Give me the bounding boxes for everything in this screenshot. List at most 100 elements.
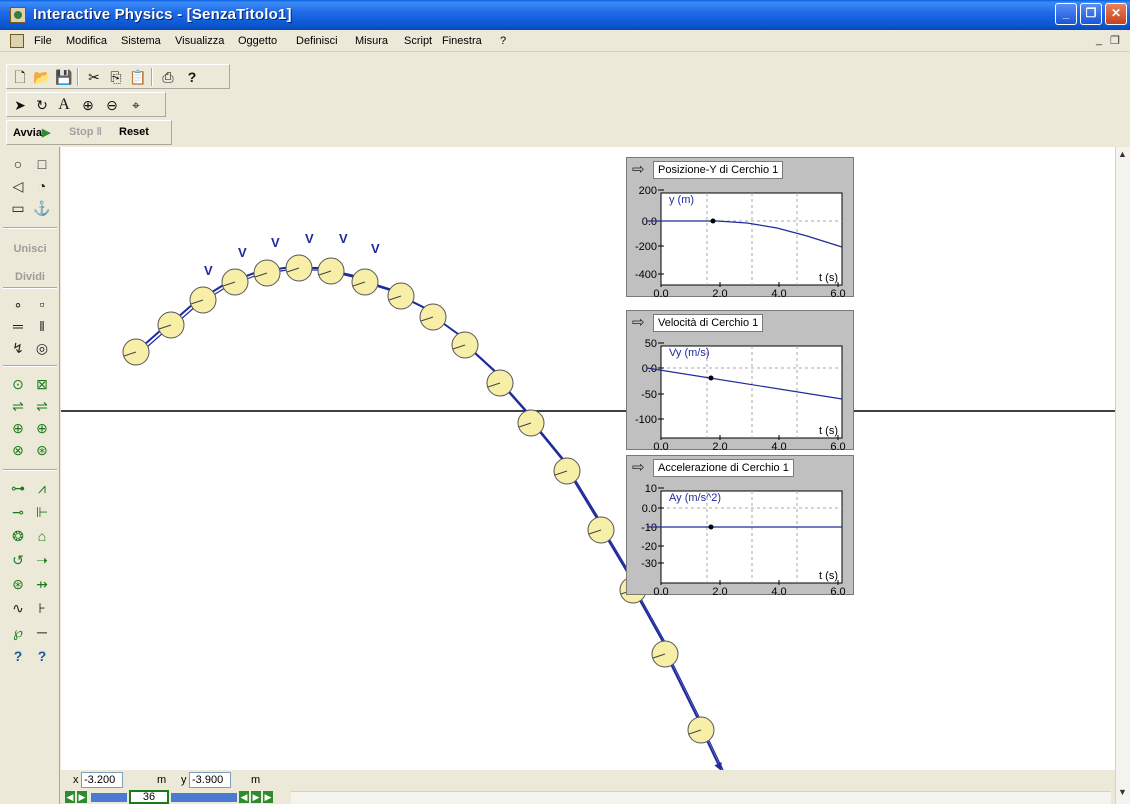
copy-icon[interactable]: ⎘ <box>107 68 125 86</box>
force-icon[interactable]: ➝ <box>32 551 52 569</box>
menu-file[interactable]: File <box>34 35 52 47</box>
open-icon[interactable]: 📂 <box>33 68 51 86</box>
current-point <box>710 218 716 224</box>
square-point-tool-icon[interactable]: ▫ <box>32 295 52 313</box>
rotational-spring-icon[interactable]: ℘ <box>8 623 28 641</box>
meter-acceleration[interactable]: ⇨ Accelerazione di Cerchio 1 10 0.0 -10 -20… <box>626 455 854 596</box>
polygon-tool-icon[interactable]: ◁ <box>8 177 28 195</box>
step-forward-icon[interactable]: ▶ <box>77 791 87 803</box>
gear-icon[interactable]: ❂ <box>8 527 28 545</box>
print-icon[interactable]: ⎙ <box>159 68 177 86</box>
fast-forward-icon[interactable]: ▶ <box>251 791 261 803</box>
scroll-down-icon[interactable]: ▼ <box>1118 787 1127 797</box>
rigid-joint-icon[interactable]: ⊠ <box>32 375 52 393</box>
split-button[interactable]: Dividi <box>4 271 56 283</box>
torque-icon[interactable]: ↺ <box>8 551 28 569</box>
step-back-icon[interactable]: ◀ <box>65 791 75 803</box>
paste-icon[interactable]: 📋 <box>129 68 147 86</box>
zoom-in-icon[interactable]: ⊕ <box>79 96 97 114</box>
point-tool-icon[interactable]: ∘ <box>8 295 28 313</box>
tape-player-bar: ◀ ▶ 36 ◀ ▶ ▶ <box>61 790 1115 804</box>
x-tick-label: 0.0 <box>653 288 668 298</box>
cut-icon[interactable]: ✂ <box>85 68 103 86</box>
rod-line-icon[interactable]: ─ <box>32 623 52 641</box>
mdi-minimize-button[interactable]: _ <box>1096 34 1102 46</box>
menu-definisci[interactable]: Definisci <box>296 35 338 47</box>
closed-slot-tool-icon[interactable]: ◎ <box>32 339 52 357</box>
horizontal-scrollbar[interactable] <box>291 791 1111 804</box>
menu-sistema[interactable]: Sistema <box>121 35 161 47</box>
help-icon[interactable]: ? <box>183 68 201 86</box>
pin-joint-icon[interactable]: ⊙ <box>8 375 28 393</box>
series-label: Vy (m/s) <box>669 347 710 359</box>
maximize-button[interactable]: ❐ <box>1080 3 1102 25</box>
run-button[interactable]: Avvia▶ <box>13 126 50 139</box>
curved-slot-joint-icon[interactable]: ⊗ <box>8 441 28 459</box>
arrow-tool-icon[interactable]: ➤ <box>11 96 29 114</box>
square-tool-icon[interactable]: ▭ <box>8 199 28 217</box>
damper-line-icon[interactable]: ⊩ <box>32 503 52 521</box>
curved-slot-tool-icon[interactable]: ↯ <box>8 339 28 357</box>
rewind-icon[interactable]: ◀ <box>239 791 249 803</box>
circle-tool-icon[interactable]: ○ <box>8 155 28 173</box>
y-coord-label: y <box>181 774 187 786</box>
y-coord-field[interactable]: -3.900 <box>189 772 231 788</box>
menu-visualizza[interactable]: Visualizza <box>175 35 224 47</box>
meter-position-y[interactable]: ⇨ Posizione-Y di Cerchio 1 200 0.0 -200 -40… <box>626 157 854 298</box>
close-button[interactable]: ✕ <box>1105 3 1127 25</box>
closed-slot-joint-icon[interactable]: ⊛ <box>32 441 52 459</box>
document-icon[interactable] <box>10 34 24 48</box>
anchor-tool-icon[interactable]: ⚓ <box>32 199 52 217</box>
meter-velocity[interactable]: ⇨ Velocità di Cerchio 1 50 0.0 -50 -100 0.0 2… <box>626 310 854 451</box>
vertical-keyed-joint-icon[interactable]: ⊕ <box>32 419 52 437</box>
curve-tool-icon[interactable]: ◔ <box>32 177 52 195</box>
run-label: Avvia <box>13 127 42 139</box>
menu-modifica[interactable]: Modifica <box>66 35 107 47</box>
rod-tool-icon[interactable]: ═ <box>8 317 28 335</box>
save-icon[interactable]: 💾 <box>55 68 73 86</box>
control-help-icon[interactable]: ? <box>8 647 28 665</box>
rotate-tool-icon[interactable]: ↻ <box>33 96 51 114</box>
stop-button[interactable]: Stop ‖ <box>69 126 102 138</box>
menu-help[interactable]: ? <box>500 35 506 47</box>
separator-icon[interactable]: ⊦ <box>32 599 52 617</box>
fit-view-icon[interactable]: ⌖ <box>127 96 145 114</box>
vertical-slot-joint-icon[interactable]: ⊕ <box>8 419 28 437</box>
velocity-label: V <box>204 263 213 278</box>
menu-oggetto[interactable]: Oggetto <box>238 35 277 47</box>
velocity-label: V <box>238 245 247 260</box>
vertical-scrollbar[interactable]: ▲ ▼ <box>1115 147 1130 804</box>
mdi-restore-button[interactable]: ❐ <box>1110 34 1120 47</box>
rectangle-tool-icon[interactable]: □ <box>32 155 52 173</box>
damper-icon[interactable]: ⊸ <box>8 503 28 521</box>
pulley-icon[interactable]: ⌂ <box>32 527 52 545</box>
horizontal-slot-joint-icon[interactable]: ⇌ <box>8 397 28 415</box>
meter-help-icon[interactable]: ? <box>32 647 52 665</box>
text-tool-icon[interactable]: A <box>55 96 73 114</box>
tape-track-right[interactable] <box>171 793 237 802</box>
new-icon[interactable]: 🗋 <box>11 68 29 86</box>
x-axis-label: t (s) <box>819 570 838 582</box>
x-coord-field[interactable]: -3.200 <box>81 772 123 788</box>
menu-script[interactable]: Script <box>404 35 432 47</box>
x-unit-label: m <box>157 774 167 786</box>
slot-tool-icon[interactable]: ‖ <box>32 317 52 335</box>
end-icon[interactable]: ▶ <box>263 791 273 803</box>
zoom-out-icon[interactable]: ⊖ <box>103 96 121 114</box>
reset-button[interactable]: Reset <box>119 126 149 138</box>
frame-counter[interactable]: 36 <box>129 790 169 804</box>
keyed-slot-joint-icon[interactable]: ⇌ <box>32 397 52 415</box>
actuator-icon[interactable]: ⇸ <box>32 575 52 593</box>
rope-icon[interactable]: ∿ <box>8 599 28 617</box>
title-bar: Interactive Physics - [SenzaTitolo1] _ ❐… <box>0 0 1130 30</box>
scroll-up-icon[interactable]: ▲ <box>1118 149 1127 159</box>
motor-icon[interactable]: ⊛ <box>8 575 28 593</box>
minimize-button[interactable]: _ <box>1055 3 1077 25</box>
spring-icon[interactable]: ⊶ <box>8 479 28 497</box>
tape-track-left[interactable] <box>91 793 127 802</box>
menu-misura[interactable]: Misura <box>355 35 388 47</box>
menu-finestra[interactable]: Finestra <box>442 35 482 47</box>
simulation-canvas[interactable]: VVVVVV ⇨ Posizione-Y di Cerchio 1 200 0.0… <box>61 147 1115 770</box>
join-button[interactable]: Unisci <box>4 243 56 255</box>
spring-line-icon[interactable]: ⩘ <box>32 479 52 497</box>
